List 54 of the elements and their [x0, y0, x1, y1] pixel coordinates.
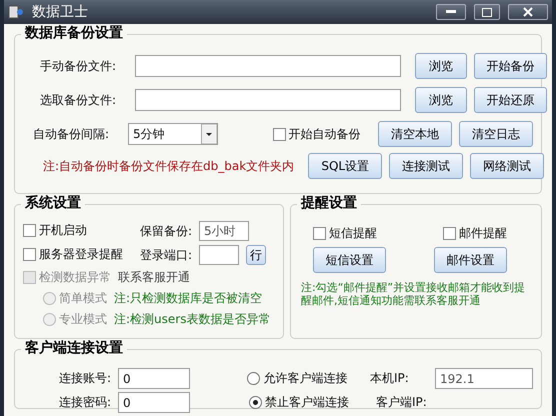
field-label: 登录端口:	[140, 246, 192, 264]
button[interactable]: 浏览	[415, 87, 467, 113]
input-field[interactable]: 0	[118, 368, 190, 389]
note-text: 注:只检测数据库是否被清空	[114, 290, 262, 307]
note-text: 注:勾选“邮件提醒”并设置接收邮箱才能收到提醒邮件,短信通知功能需联系客服开通	[301, 281, 526, 307]
field-label: 客户端IP:	[376, 394, 428, 411]
button[interactable]: 浏览	[415, 53, 467, 79]
field-label: 连接账号:	[58, 370, 111, 387]
dropdown-arrow-icon	[201, 124, 217, 144]
field-label: 选取备份文件:	[39, 92, 118, 108]
button[interactable]: 网络测试	[470, 153, 544, 179]
window-title: 数据卫士	[32, 3, 89, 21]
minimize-button[interactable]	[436, 4, 466, 20]
radio-button[interactable]: 禁止客户端连接	[249, 394, 349, 411]
input-field[interactable]: 192.1	[435, 368, 533, 389]
dropdown[interactable]: 5分钟	[128, 123, 218, 145]
group-title: 系统设置	[21, 194, 85, 212]
button[interactable]: 清空日志	[459, 121, 533, 147]
hint-text: 联系客服开通	[118, 269, 190, 286]
button[interactable]: SQL设置	[308, 153, 382, 179]
button[interactable]: 清空本地	[378, 121, 452, 147]
input-field[interactable]	[199, 245, 240, 265]
button[interactable]: 连接测试	[389, 153, 464, 179]
group-title: 客户端连接设置	[21, 339, 127, 357]
close-icon	[523, 7, 533, 17]
maximize-button[interactable]	[474, 4, 500, 20]
field-label: 本机IP:	[370, 370, 410, 387]
input-field[interactable]: 0	[118, 392, 190, 413]
field-label: 连接密码:	[58, 394, 111, 411]
radio-button[interactable]: 允许客户端连接	[247, 370, 348, 386]
checkbox[interactable]: 邮件提醒	[443, 225, 507, 242]
input-field[interactable]	[135, 55, 401, 77]
group-title: 提醒设置	[297, 194, 361, 212]
input-field[interactable]	[135, 89, 401, 111]
field-label: 保留备份:	[140, 222, 192, 240]
maximize-icon	[482, 8, 492, 16]
checkbox[interactable]: 开机启动	[23, 222, 87, 239]
field-label: 手动备份文件:	[39, 58, 118, 74]
app-icon	[8, 4, 24, 20]
group-title: 数据库备份设置	[21, 24, 127, 42]
checkbox[interactable]: 开始自动备份	[272, 126, 360, 142]
minimize-icon	[446, 10, 456, 14]
button[interactable]: 开始备份	[474, 53, 547, 79]
close-button[interactable]	[508, 4, 548, 20]
checkbox[interactable]: 短信提醒	[313, 225, 377, 242]
button[interactable]: 短信设置	[313, 247, 386, 273]
note-text: 注:检测users表数据是否异常	[114, 311, 270, 328]
button[interactable]: 邮件设置	[434, 247, 507, 273]
note-text: 注:自动备份时备份文件保存在db_bak文件夹内	[42, 158, 294, 174]
button[interactable]: 开始还原	[474, 87, 547, 113]
checkbox[interactable]: 服务器登录提醒	[23, 246, 123, 263]
input-field[interactable]: 5小时	[199, 221, 250, 241]
button[interactable]: 行	[246, 245, 266, 265]
field-label: 自动备份间隔:	[32, 126, 110, 142]
